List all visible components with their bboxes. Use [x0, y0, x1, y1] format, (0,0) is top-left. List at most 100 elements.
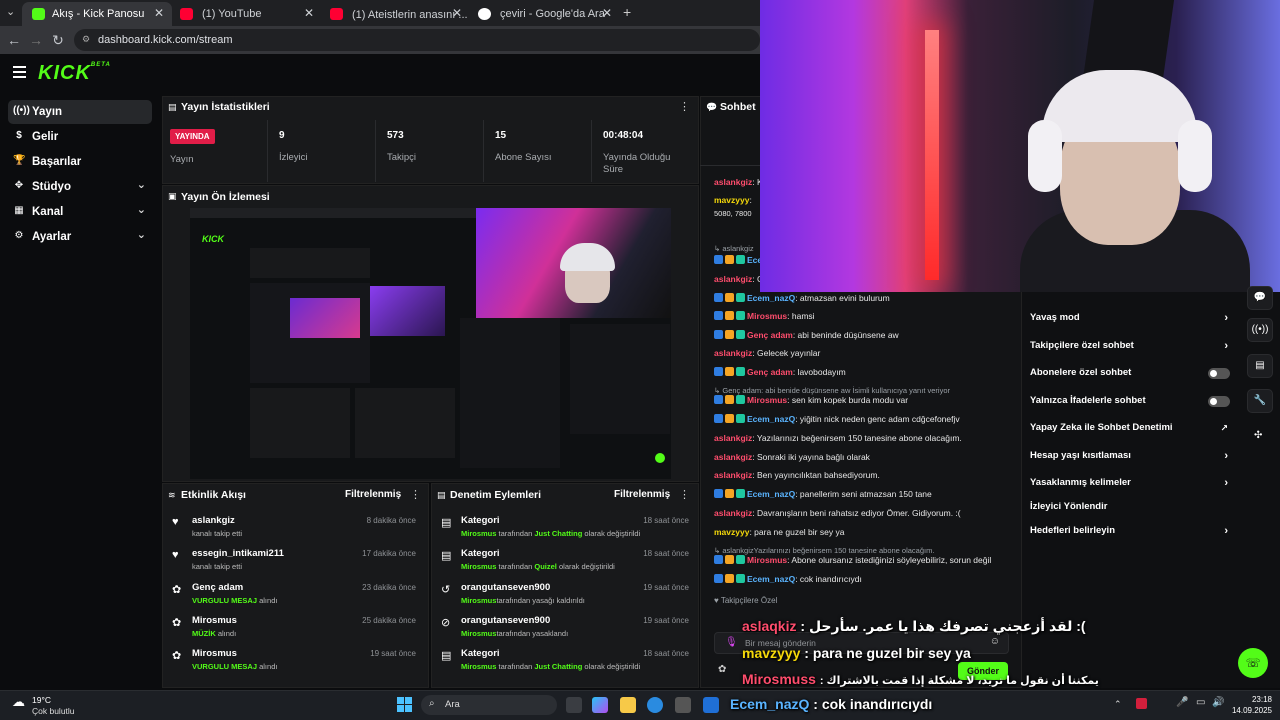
microphone-icon[interactable]: 🎤 — [1176, 697, 1188, 708]
chat-message[interactable]: Ecem_nazQ: yiğitin nick neden genc adam … — [714, 413, 960, 425]
windows-start-icon[interactable] — [397, 697, 412, 712]
more-options-icon[interactable]: ⋮ — [679, 100, 690, 113]
more-options-icon[interactable]: ⋮ — [679, 488, 690, 501]
chat-setting-yapay-zeka-ile-sohbet-denetimi[interactable]: Yapay Zeka ile Sohbet Denetimi ↗ — [1030, 421, 1230, 435]
weather-temp[interactable]: 19°C — [32, 695, 51, 705]
chat-setting-abonelere-özel-sohbet[interactable]: Abonelere özel sohbet — [1030, 366, 1230, 380]
activity-row[interactable]: ✿ Genç adam VURGULU MESAJ alındı 23 dakika … — [164, 579, 422, 612]
chat-username[interactable]: Ecem_nazQ — [747, 414, 795, 424]
activity-row[interactable]: ✿ Mirosmus MÜZİK alındı 25 dakika önce — [164, 612, 422, 645]
moderation-row[interactable]: ↺ orangutanseven900 Mirosmustarafından yas… — [433, 579, 695, 612]
chat-username[interactable]: aslankgiz — [714, 177, 752, 187]
chat-username[interactable]: aslankgiz — [714, 470, 752, 480]
mic-icon[interactable]: 🎙 — [725, 637, 738, 648]
sidebar-item-gelir[interactable]: $ Gelir — [8, 125, 152, 149]
chat-setting-hedefleri-belirleyin[interactable]: Hedefleri belirleyin › — [1030, 524, 1230, 538]
close-icon[interactable]: ✕ — [452, 6, 462, 20]
url-input[interactable]: dashboard.kick.com/stream — [74, 29, 760, 51]
more-options-icon[interactable]: ⋮ — [410, 488, 421, 501]
layout-button[interactable]: ▤ — [1247, 354, 1273, 378]
tab-google[interactable]: çeviri - Google'da Ara ✕ — [470, 2, 620, 26]
clock-date[interactable]: 14.09.2025 — [1228, 706, 1272, 715]
file-explorer-icon[interactable] — [620, 697, 636, 713]
emoji-icon[interactable]: ☺ — [990, 636, 1000, 647]
stream-preview-video[interactable]: KICK — [190, 208, 671, 479]
new-tab-icon[interactable]: + — [623, 4, 631, 20]
moderation-row[interactable]: ▤ Kategori Mirosmus tarafından Quizel olar… — [433, 545, 695, 578]
help-chat-button[interactable]: ☏ — [1238, 648, 1268, 678]
site-info-icon[interactable]: ⚙ — [82, 34, 90, 45]
sidebar-item-yayin[interactable]: ((•)) Yayın — [8, 100, 152, 124]
weather-desc[interactable]: Çok bulutlu — [32, 706, 75, 716]
chat-username[interactable]: mavzyyy — [714, 195, 749, 205]
chat-setting-yalnızca-i-fadelerle-sohbet[interactable]: Yalnızca İfadelerle sohbet — [1030, 394, 1230, 408]
chat-username[interactable]: Genç adam — [747, 367, 793, 377]
weather-icon[interactable]: ☁ — [12, 694, 25, 710]
chat-settings-icon[interactable]: ✿ — [718, 664, 726, 675]
back-icon[interactable]: ← — [5, 31, 23, 49]
chat-message[interactable]: mavzyyy: para ne guzel bir sey ya — [714, 526, 844, 538]
chat-message[interactable]: 5080, 7800 — [714, 207, 752, 219]
chat-message[interactable]: mavzyyy: — [714, 194, 752, 206]
chat-toggle-button[interactable]: 💬 — [1247, 286, 1273, 310]
tab-list-icon[interactable]: ⌄ — [6, 5, 15, 18]
toggle-switch[interactable] — [1208, 396, 1230, 407]
chat-message[interactable]: aslankgiz: G — [714, 273, 764, 285]
tab-youtube[interactable]: (1) YouTube ✕ — [172, 2, 322, 26]
chat-message[interactable]: aslankgiz: Davranışların beni rahatsız e… — [714, 507, 961, 519]
moderation-row[interactable]: ⊘ orangutanseven900 Mirosmustarafından yas… — [433, 612, 695, 645]
tray-app-icon[interactable] — [1136, 698, 1147, 709]
chat-username[interactable]: Ecem_nazQ — [747, 489, 795, 499]
activity-row[interactable]: ♥ aslankgiz kanalı takip etti 8 dakika önce — [164, 512, 422, 545]
chat-username[interactable]: Mirosmus — [747, 311, 787, 321]
chat-message[interactable]: aslankgiz: Gelecek yayınlar — [714, 347, 820, 359]
outlook-icon[interactable] — [703, 697, 719, 713]
task-view-icon[interactable] — [566, 697, 582, 713]
chat-setting-yavaş-mod[interactable]: Yavaş mod › — [1030, 311, 1230, 325]
close-icon[interactable]: ✕ — [304, 6, 314, 20]
moderation-row[interactable]: ▤ Kategori Mirosmus tarafından Just Chatti… — [433, 512, 695, 545]
chat-message[interactable]: Mirosmus: hamsi — [714, 310, 815, 322]
chat-message[interactable]: aslankgiz: Yazılarınızı beğenirsem 150 t… — [714, 432, 962, 444]
tools-button[interactable]: 🔧 — [1247, 389, 1273, 413]
network-icon[interactable]: ▭ — [1196, 697, 1205, 708]
forward-icon[interactable]: → — [27, 31, 45, 49]
tab-kick[interactable]: Akış - Kick Panosu ✕ — [22, 2, 172, 26]
chat-username[interactable]: Mirosmus — [747, 395, 787, 405]
chat-username[interactable]: aslankgiz — [714, 508, 752, 518]
store-icon[interactable] — [675, 697, 691, 713]
chat-username[interactable]: Ecem_nazQ — [747, 574, 795, 584]
activity-row[interactable]: ✿ Mirosmus VURGULU MESAJ alındı 19 saat önc… — [164, 645, 422, 678]
sidebar-item-ayarlar[interactable]: ⚙ Ayarlar ⌄ — [8, 225, 152, 249]
edge-icon[interactable] — [647, 697, 663, 713]
copilot-icon[interactable] — [592, 697, 608, 713]
chat-username[interactable]: aslankgiz — [714, 452, 752, 462]
chat-message[interactable]: Mirosmus: sen kim kopek burda modu var — [714, 394, 908, 406]
sidebar-item-basarilar[interactable]: 🏆 Başarılar — [8, 150, 152, 174]
chat-message[interactable]: Mirosmus: Abone olursanız istediğinizi s… — [714, 554, 991, 566]
activity-filter-button[interactable]: Filtrelenmiş — [345, 489, 401, 500]
moderation-filter-button[interactable]: Filtrelenmiş — [614, 489, 670, 500]
chat-username[interactable]: aslankgiz — [714, 274, 752, 284]
apps-icon[interactable]: ✣ — [1254, 430, 1262, 441]
chat-username[interactable]: Ecem_nazQ — [747, 293, 795, 303]
toggle-switch[interactable] — [1208, 368, 1230, 379]
menu-icon[interactable] — [13, 66, 26, 78]
close-icon[interactable]: ✕ — [154, 6, 164, 20]
chat-message[interactable]: Ecem_nazQ: atmazsan evini bulurum — [714, 292, 890, 304]
sidebar-item-studyo[interactable]: ✥ Stüdyo ⌄ — [8, 175, 152, 199]
kick-logo[interactable]: KICKBETA — [38, 62, 111, 85]
chat-message[interactable]: Ecem_nazQ: panellerim seni atmazsan 150 … — [714, 488, 932, 500]
chat-username[interactable]: mavzyyy — [714, 527, 749, 537]
taskbar-search[interactable]: ⌕ Ara — [421, 695, 557, 715]
sidebar-item-kanal[interactable]: ▦ Kanal ⌄ — [8, 200, 152, 224]
tray-chevron-icon[interactable]: ⌃ — [1114, 699, 1122, 710]
reload-icon[interactable]: ↻ — [49, 31, 67, 49]
tab-youtube-2[interactable]: (1) Ateistlerin anasını ... 😂😂 ✕ — [322, 2, 470, 26]
chat-message[interactable]: Genç adam: lavobodayım — [714, 366, 846, 378]
chat-setting-takipçilere-özel-sohbet[interactable]: Takipçilere özel sohbet › — [1030, 339, 1230, 353]
close-icon[interactable]: ✕ — [602, 6, 612, 20]
chat-message[interactable]: Genç adam: abi beninde düşünsene aw — [714, 329, 899, 341]
chat-message[interactable]: aslankgiz: K — [714, 176, 763, 188]
chat-username[interactable]: Genç adam — [747, 330, 793, 340]
